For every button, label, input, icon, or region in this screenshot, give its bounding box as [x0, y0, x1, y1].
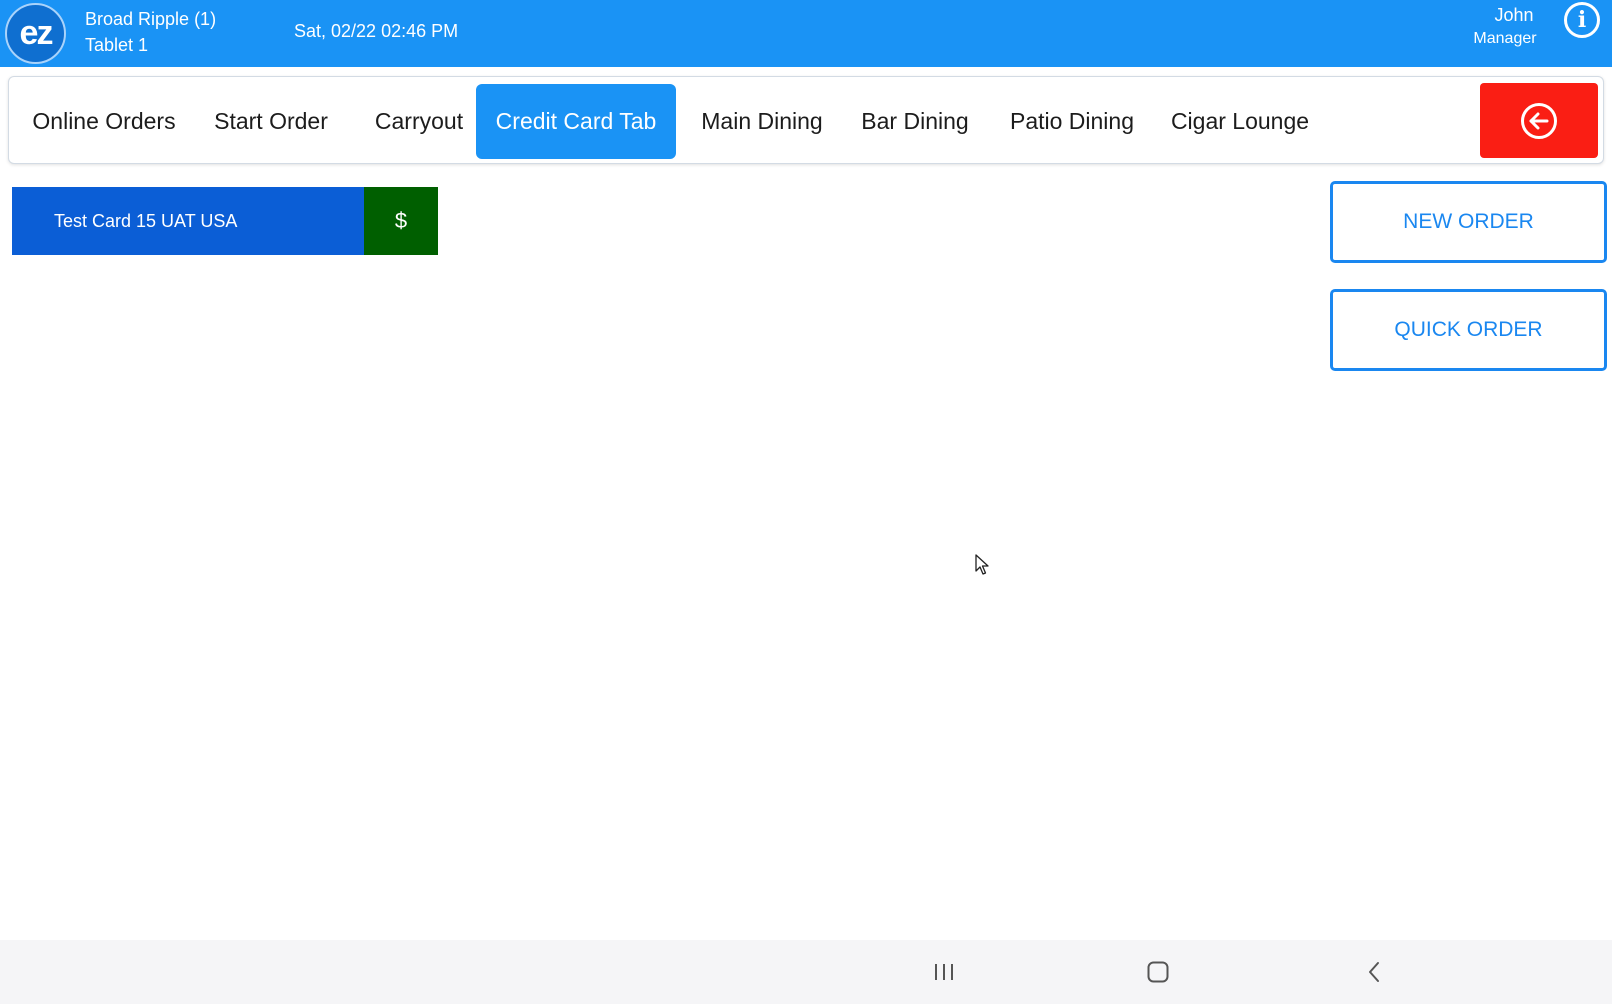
- tab-entry-name[interactable]: Test Card 15 UAT USA: [12, 187, 364, 255]
- arrow-left-circle-icon: [1521, 102, 1557, 139]
- credit-card-tab-entry[interactable]: Test Card 15 UAT USA $: [12, 187, 438, 255]
- user-name: John: [1494, 5, 1534, 25]
- current-datetime: Sat, 02/22 02:46 PM: [294, 21, 459, 41]
- mouse-pointer-icon: [975, 554, 989, 575]
- tab-cigar-lounge[interactable]: Cigar Lounge: [1160, 84, 1320, 159]
- store-name: Broad Ripple (1): [85, 9, 217, 29]
- top-header: ez Broad Ripple (1) Tablet 1 Sat, 02/22 …: [0, 0, 1612, 67]
- system-navigation-bar: [0, 940, 1612, 1004]
- pay-button[interactable]: $: [364, 187, 438, 255]
- tab-patio-dining[interactable]: Patio Dining: [999, 84, 1145, 159]
- new-order-button[interactable]: NEW ORDER: [1330, 181, 1607, 263]
- tab-main-dining[interactable]: Main Dining: [695, 84, 829, 159]
- recent-apps-button[interactable]: [920, 940, 968, 1004]
- tab-credit-card-tab[interactable]: Credit Card Tab: [476, 84, 676, 159]
- back-icon: [1369, 962, 1379, 982]
- tab-online-orders[interactable]: Online Orders: [27, 84, 181, 159]
- ez-logo: ez: [5, 3, 66, 64]
- info-icon[interactable]: i: [1564, 2, 1600, 38]
- device-name: Tablet 1: [85, 35, 149, 55]
- back-button[interactable]: [1350, 940, 1398, 1004]
- quick-order-button[interactable]: QUICK ORDER: [1330, 289, 1607, 371]
- home-icon: [1147, 961, 1169, 983]
- tab-start-order[interactable]: Start Order: [205, 84, 337, 159]
- home-button[interactable]: [1134, 940, 1182, 1004]
- user-role: Manager: [1473, 30, 1537, 47]
- recent-apps-icon: [935, 964, 953, 980]
- tab-bar-dining[interactable]: Bar Dining: [853, 84, 977, 159]
- tab-carryout[interactable]: Carryout: [363, 84, 475, 159]
- section-tab-bar: Online Orders Start Order Carryout Credi…: [8, 76, 1604, 164]
- exit-button[interactable]: [1480, 83, 1598, 158]
- pos-app: ez Broad Ripple (1) Tablet 1 Sat, 02/22 …: [0, 0, 1612, 1004]
